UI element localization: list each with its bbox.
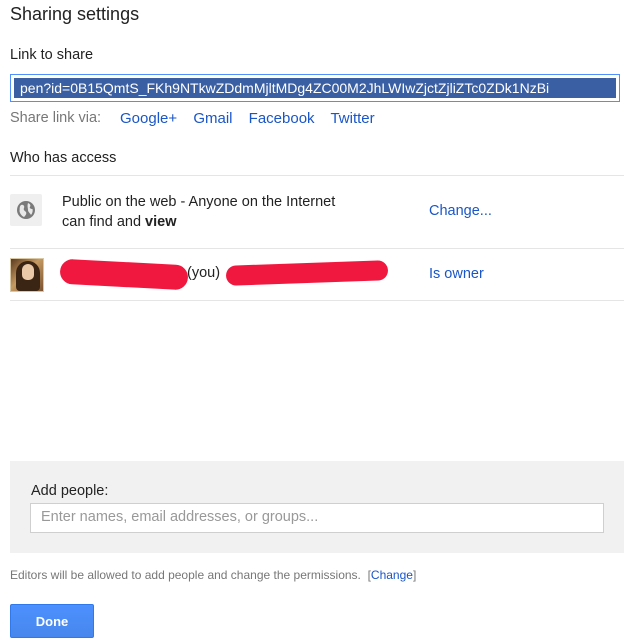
owner-you-label: (you) (187, 265, 221, 281)
avatar (10, 258, 44, 292)
share-link-via-label: Share link via: (10, 110, 102, 126)
editors-note-text: Editors will be allowed to add people an… (10, 568, 361, 582)
done-button[interactable]: Done (10, 604, 94, 638)
share-gmail-link[interactable]: Gmail (193, 110, 232, 127)
share-google-plus-link[interactable]: Google+ (120, 110, 177, 127)
share-facebook-link[interactable]: Facebook (249, 110, 315, 127)
link-to-share-label: Link to share (10, 47, 94, 63)
share-link-url[interactable]: pen?id=0B15QmtS_FKh9NTkwZDdmMjltMDg4ZC00… (14, 78, 616, 98)
dialog-title: Sharing settings (10, 4, 140, 24)
owner-role-label[interactable]: Is owner (429, 266, 484, 282)
change-editor-permissions-link[interactable]: Change (371, 568, 413, 582)
redacted-email (225, 260, 389, 286)
divider (10, 300, 624, 301)
add-people-label: Add people: (31, 483, 109, 499)
redacted-name (59, 258, 189, 291)
bracket-close: ] (412, 568, 417, 582)
globe-icon (10, 194, 42, 226)
public-access-line2: can find and (62, 214, 146, 230)
add-people-input[interactable]: Enter names, email addresses, or groups.… (30, 503, 604, 533)
public-access-line1: Public on the web - Anyone on the Intern… (62, 194, 336, 210)
change-visibility-link[interactable]: Change... (429, 203, 492, 219)
public-access-permission: view (145, 214, 177, 230)
share-link-field[interactable]: pen?id=0B15QmtS_FKh9NTkwZDdmMjltMDg4ZC00… (10, 74, 620, 102)
share-twitter-link[interactable]: Twitter (330, 110, 374, 127)
divider (10, 248, 624, 249)
share-services: Google+ Gmail Facebook Twitter (120, 110, 387, 127)
divider (10, 175, 624, 176)
public-access-description: Public on the web - Anyone on the Intern… (62, 192, 335, 232)
add-people-panel: Add people: Enter names, email addresses… (10, 461, 624, 553)
editors-permission-note: Editors will be allowed to add people an… (10, 568, 416, 582)
who-has-access-label: Who has access (10, 150, 117, 166)
